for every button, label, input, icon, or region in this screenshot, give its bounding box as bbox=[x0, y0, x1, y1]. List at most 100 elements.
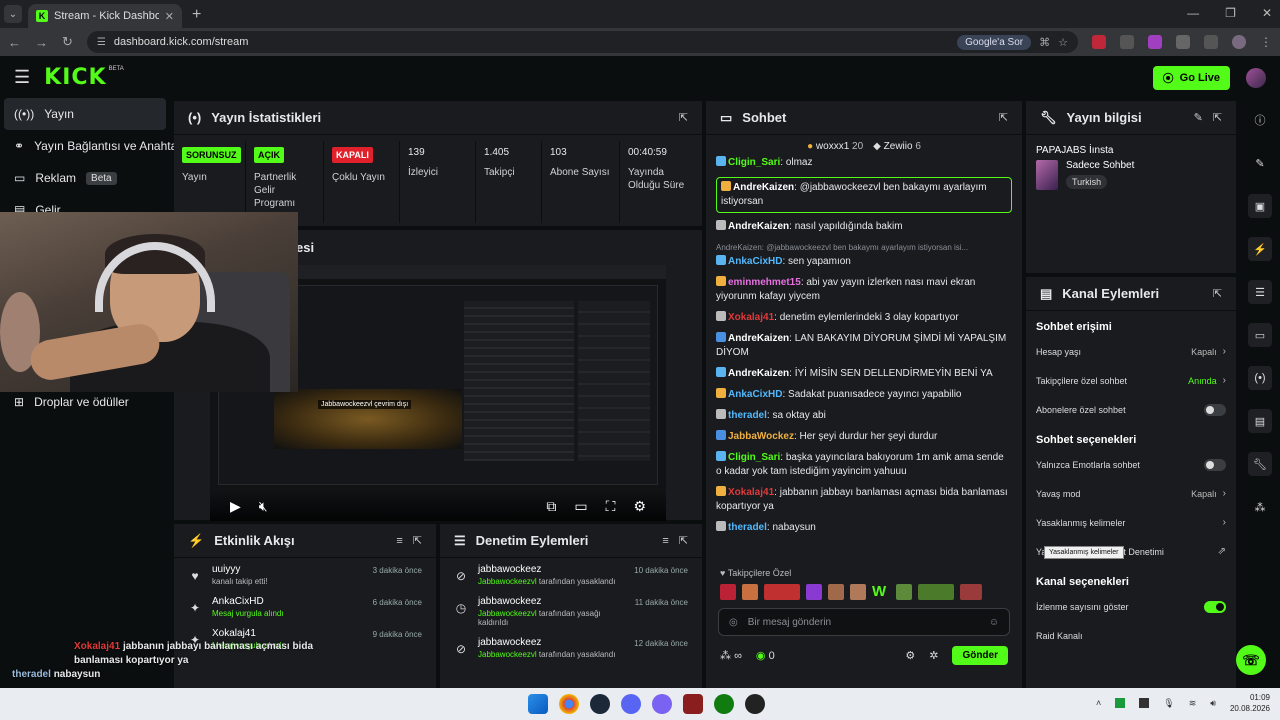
modlog-moderator[interactable]: Jabbawockeezvl bbox=[478, 609, 537, 618]
chat-username[interactable]: JabbaWockez bbox=[728, 431, 794, 442]
subscribers-only-toggle[interactable] bbox=[1204, 403, 1226, 416]
new-tab-icon[interactable]: + bbox=[192, 6, 201, 24]
user-avatar[interactable] bbox=[1246, 68, 1266, 88]
mute-icon[interactable]: 🔇︎ bbox=[259, 498, 268, 515]
tray-app-icon[interactable] bbox=[1139, 698, 1150, 708]
sparkle-icon[interactable]: ⁂ bbox=[1248, 495, 1272, 519]
xbox-icon[interactable] bbox=[714, 694, 734, 714]
emote-icon[interactable] bbox=[764, 584, 800, 600]
category-name[interactable]: Sadece Sohbet bbox=[1066, 160, 1134, 171]
pip-icon[interactable]: ⧉ bbox=[546, 498, 556, 515]
modlog-user[interactable]: jabbawockeez bbox=[478, 596, 625, 607]
emote-icon[interactable] bbox=[918, 584, 954, 600]
wrench-icon[interactable]: 🔧︎ bbox=[1248, 452, 1272, 476]
menu-hamburger-icon[interactable]: ☰ bbox=[14, 67, 30, 88]
option-account-age[interactable]: Hesap yaşı Kapalı › bbox=[1026, 337, 1236, 366]
emote-icon[interactable] bbox=[720, 584, 736, 600]
minimize-icon[interactable]: — bbox=[1187, 6, 1199, 20]
send-button[interactable]: Gönder bbox=[952, 646, 1008, 665]
close-window-icon[interactable]: ✕ bbox=[1262, 6, 1272, 20]
chat-username[interactable]: AndreKaizen bbox=[728, 333, 789, 344]
activity-user[interactable]: Xokalaj41 bbox=[212, 628, 363, 639]
url-bar[interactable]: ☰ dashboard.kick.com/stream Google'a Sor… bbox=[86, 31, 1078, 53]
browser-tab[interactable]: K Stream - Kick Dashboard ✕ bbox=[28, 4, 182, 28]
option-banned-words[interactable]: Yasaklanmış kelimeler › bbox=[1026, 508, 1236, 537]
browser-menu-icon[interactable]: ⋮ bbox=[1260, 35, 1272, 49]
channel-points-item[interactable]: ◉ 0 bbox=[756, 649, 775, 662]
kick-logo[interactable]: KICK bbox=[44, 65, 106, 90]
restore-icon[interactable]: ❐ bbox=[1225, 6, 1236, 20]
chat-username[interactable]: eminmehmet15 bbox=[728, 277, 801, 288]
chat-bubble-icon[interactable]: ▭ bbox=[1248, 323, 1272, 347]
emote-icon[interactable] bbox=[960, 584, 982, 600]
site-info-icon[interactable]: ☰ bbox=[97, 37, 106, 48]
popout-icon[interactable]: ⇱ bbox=[679, 534, 688, 547]
google-ask-button[interactable]: Google'a Sor bbox=[957, 34, 1032, 50]
emote-icon[interactable] bbox=[742, 584, 758, 600]
emoji-icon[interactable]: ☺ bbox=[989, 617, 999, 628]
valorant-icon[interactable] bbox=[683, 694, 703, 714]
channel-actions-icon[interactable]: ▤ bbox=[1248, 409, 1272, 433]
chat-username[interactable]: Cligin_Sari bbox=[728, 452, 780, 463]
gifter-item[interactable]: ◆ Zewiio 6 bbox=[873, 141, 921, 152]
nav-item-stream-key[interactable]: ⚭ Yayın Bağlantısı ve Anahtar bbox=[0, 130, 181, 162]
chat-username[interactable]: AnkaCixHD bbox=[728, 256, 782, 267]
emote-icon[interactable] bbox=[850, 584, 866, 600]
filter-icon[interactable]: ≡ bbox=[662, 535, 668, 547]
emote-w-icon[interactable]: W bbox=[872, 584, 890, 600]
clock[interactable]: 01:09 20.08.2026 bbox=[1230, 692, 1270, 714]
emote-icon[interactable] bbox=[806, 584, 822, 600]
lightning-icon[interactable]: ⚡ bbox=[1248, 237, 1272, 261]
chat-gear-icon[interactable]: ⚙ bbox=[905, 649, 915, 662]
tray-app-icon[interactable] bbox=[1115, 698, 1126, 708]
forward-icon[interactable]: → bbox=[35, 35, 48, 50]
emote-only-toggle[interactable] bbox=[1204, 458, 1226, 471]
list-icon[interactable]: ☰ bbox=[1248, 280, 1272, 304]
popout-icon[interactable]: ⇱ bbox=[1213, 287, 1222, 300]
tray-arrow-icon[interactable]: ˄ bbox=[1096, 698, 1101, 708]
chrome-icon[interactable] bbox=[559, 694, 579, 714]
sidepanel-icon[interactable] bbox=[1204, 35, 1218, 49]
settings-gear-icon[interactable]: ⚙ bbox=[633, 498, 646, 515]
wifi-icon[interactable]: ≋ bbox=[1189, 698, 1197, 709]
edit-pencil-icon[interactable]: ✎ bbox=[1248, 151, 1272, 175]
loyalty-points-item[interactable]: ⁂ ∞ bbox=[720, 649, 742, 662]
modlog-user[interactable]: jabbawockeez bbox=[478, 637, 624, 648]
chat-username[interactable]: Xokalaj41 bbox=[728, 312, 774, 323]
mod-settings-icon[interactable]: ✲ bbox=[929, 649, 938, 662]
discord-icon[interactable] bbox=[621, 694, 641, 714]
broadcast-icon[interactable]: (•) bbox=[1248, 366, 1272, 390]
popout-icon[interactable]: ⇱ bbox=[999, 111, 1008, 124]
popout-icon[interactable]: ⇱ bbox=[413, 534, 422, 547]
reload-icon[interactable]: ↻ bbox=[62, 34, 73, 50]
extension-icon-purple[interactable] bbox=[1148, 35, 1162, 49]
tab-search-icon[interactable]: ⌄ bbox=[4, 5, 22, 23]
discord-ptb-icon[interactable] bbox=[652, 694, 672, 714]
activity-user[interactable]: uuiyyy bbox=[212, 564, 363, 575]
option-raid-channel[interactable]: Raid Kanalı bbox=[1026, 621, 1236, 650]
extensions-puzzle-icon[interactable] bbox=[1176, 35, 1190, 49]
close-tab-icon[interactable]: ✕ bbox=[165, 10, 174, 23]
chat-username[interactable]: theradel bbox=[728, 410, 767, 421]
fullscreen-icon[interactable]: ⛶ bbox=[606, 498, 616, 515]
popout-icon[interactable]: ⇱ bbox=[679, 111, 688, 124]
modlog-user[interactable]: jabbawockeez bbox=[478, 564, 624, 575]
go-live-button[interactable]: ⦿ Go Live bbox=[1152, 66, 1230, 90]
activity-user[interactable]: AnkaCixHD bbox=[212, 596, 363, 607]
play-icon[interactable]: ▶ bbox=[230, 498, 241, 515]
info-icon[interactable]: ⓘ bbox=[1248, 108, 1272, 132]
extension-icon-red[interactable] bbox=[1092, 35, 1106, 49]
emote-icon[interactable] bbox=[828, 584, 844, 600]
bookmark-star-icon[interactable]: ☆ bbox=[1058, 36, 1068, 49]
steam-icon[interactable] bbox=[590, 694, 610, 714]
option-followers-only[interactable]: Takipçilere özel sohbet Anında › bbox=[1026, 366, 1236, 395]
microphone-icon[interactable]: 🎙︎ bbox=[1163, 698, 1174, 709]
chat-username[interactable]: AnkaCixHD bbox=[728, 389, 782, 400]
emote-icon[interactable] bbox=[896, 584, 912, 600]
chat-input[interactable]: ◎ Bir mesaj gönderin ☺ bbox=[718, 608, 1010, 636]
preview-panel-icon[interactable]: ▣ bbox=[1248, 194, 1272, 218]
modlog-moderator[interactable]: Jabbawockeezvl bbox=[478, 650, 537, 659]
windows-start-icon[interactable] bbox=[528, 694, 548, 714]
chat-username[interactable]: AndreKaizen bbox=[728, 221, 789, 232]
back-icon[interactable]: ← bbox=[8, 35, 21, 50]
